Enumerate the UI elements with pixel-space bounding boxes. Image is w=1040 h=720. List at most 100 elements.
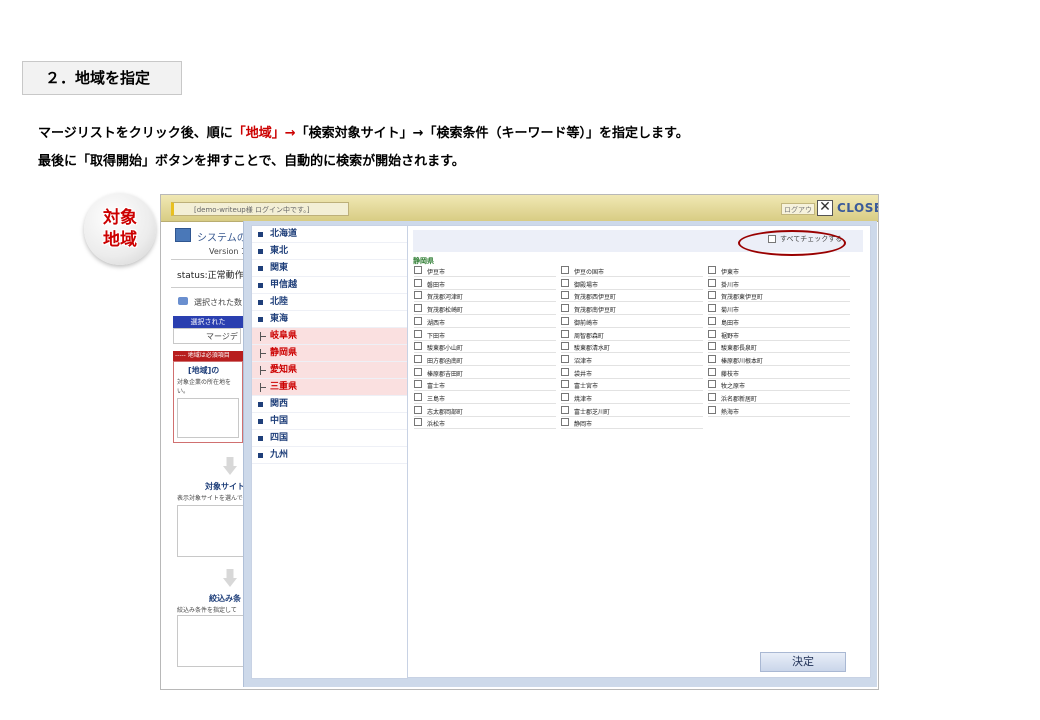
city-item[interactable]: 賀茂郡南伊豆町 (561, 303, 703, 316)
city-checkbox[interactable] (708, 393, 716, 401)
city-checkbox[interactable] (414, 304, 422, 313)
city-item[interactable]: 湖西市 (414, 316, 556, 328)
city-item[interactable]: 三島市 (414, 392, 556, 404)
city-checkbox[interactable] (561, 304, 569, 313)
city-item[interactable]: 下田市 (414, 329, 556, 341)
city-checkbox[interactable] (708, 291, 716, 300)
city-checkbox[interactable] (414, 418, 422, 427)
region-item[interactable]: 中国 (252, 413, 407, 430)
city-item[interactable]: 賀茂郡西伊豆町 (561, 290, 703, 303)
city-item[interactable]: 熱海市 (708, 405, 850, 417)
region-item[interactable]: 岐阜県 (252, 328, 407, 345)
city-checkbox[interactable] (708, 354, 716, 363)
city-item[interactable]: 御前崎市 (561, 316, 703, 328)
city-item[interactable]: 榛原郡川根本町 (708, 354, 850, 366)
city-item[interactable]: 伊豆市 (414, 265, 556, 277)
city-item[interactable]: 榛原郡吉田町 (414, 367, 556, 379)
city-checkbox[interactable] (414, 329, 422, 338)
city-item[interactable]: 藤枝市 (708, 367, 850, 379)
city-item[interactable]: 駿東郡清水町 (561, 341, 703, 354)
region-item[interactable]: 東海 (252, 311, 407, 328)
region-item[interactable]: 三重県 (252, 379, 407, 396)
city-checkbox[interactable] (708, 329, 716, 338)
city-checkbox[interactable] (561, 418, 569, 427)
city-checkbox[interactable] (708, 316, 716, 325)
target-sites-box[interactable] (177, 505, 245, 557)
city-item[interactable]: 賀茂郡河津町 (414, 290, 556, 303)
city-checkbox[interactable] (561, 291, 569, 300)
city-item[interactable]: 浜名郡新居町 (708, 392, 850, 404)
city-checkbox[interactable] (414, 393, 422, 401)
region-item[interactable]: 九州 (252, 447, 407, 464)
city-checkbox[interactable] (561, 354, 569, 363)
city-item[interactable]: 静岡市 (561, 417, 703, 430)
city-item[interactable]: 賀茂郡東伊豆町 (708, 290, 850, 303)
city-item[interactable]: 志太郡岡部町 (414, 405, 556, 417)
city-checkbox[interactable] (561, 266, 569, 274)
city-item[interactable]: 富士郡芝川町 (561, 405, 703, 417)
city-checkbox[interactable] (561, 278, 569, 287)
region-item[interactable]: 東北 (252, 243, 407, 260)
city-name: 田方郡函南町 (427, 357, 464, 365)
region-item[interactable]: 甲信越 (252, 277, 407, 294)
city-item[interactable]: 賀茂郡松崎町 (414, 303, 556, 316)
region-item[interactable]: 関東 (252, 260, 407, 277)
filter-box[interactable] (177, 615, 245, 667)
confirm-button[interactable]: 決定 (760, 652, 846, 672)
city-item[interactable]: 富士宮市 (561, 379, 703, 392)
city-item[interactable]: 菊川市 (708, 303, 850, 316)
city-item[interactable]: 袋井市 (561, 367, 703, 379)
city-checkbox[interactable] (561, 329, 569, 338)
city-item[interactable]: 焼津市 (561, 392, 703, 404)
close-button[interactable]: CLOSE (837, 201, 878, 215)
city-item[interactable]: 裾野市 (708, 329, 850, 341)
app-screenshot: [demo-writeup様 ログイン中です。] ログアウ ✕ CLOSE シス… (160, 194, 879, 690)
city-checkbox[interactable] (561, 393, 569, 401)
region-item[interactable]: 北陸 (252, 294, 407, 311)
city-item[interactable]: 駿東郡長泉町 (708, 341, 850, 354)
region-item[interactable]: 四国 (252, 430, 407, 447)
city-checkbox[interactable] (561, 342, 569, 351)
city-checkbox[interactable] (561, 367, 569, 376)
city-checkbox[interactable] (414, 354, 422, 363)
region-info-desc-1: 対象企業の所在地を (177, 379, 232, 386)
city-checkbox[interactable] (708, 367, 716, 376)
city-checkbox[interactable] (414, 316, 422, 325)
region-item[interactable]: 関西 (252, 396, 407, 413)
city-checkbox[interactable] (414, 380, 422, 389)
logout-button[interactable]: ログアウ (781, 203, 815, 215)
city-item[interactable]: 磐田市 (414, 278, 556, 290)
city-checkbox[interactable] (414, 291, 422, 300)
merge-data-field[interactable]: マージデ (173, 328, 241, 344)
city-checkbox[interactable] (708, 278, 716, 287)
city-item[interactable]: 島田市 (708, 316, 850, 328)
city-item[interactable]: 浜松市 (414, 417, 556, 430)
city-checkbox[interactable] (561, 316, 569, 325)
region-item[interactable]: 静岡県 (252, 345, 407, 362)
city-checkbox[interactable] (414, 278, 422, 287)
city-item[interactable]: 掛川市 (708, 278, 850, 290)
city-item[interactable]: 駿東郡小山町 (414, 341, 556, 354)
city-item[interactable]: 周智郡森町 (561, 329, 703, 341)
city-checkbox[interactable] (708, 304, 716, 313)
city-item[interactable]: 伊豆の国市 (561, 265, 703, 277)
close-icon[interactable]: ✕ (817, 200, 833, 216)
city-item[interactable]: 御殿場市 (561, 278, 703, 290)
city-checkbox[interactable] (414, 266, 422, 274)
city-checkbox[interactable] (708, 380, 716, 389)
city-checkbox[interactable] (708, 266, 716, 274)
city-checkbox[interactable] (414, 367, 422, 376)
city-checkbox[interactable] (708, 342, 716, 351)
city-checkbox[interactable] (414, 342, 422, 351)
city-item[interactable]: 牧之原市 (708, 379, 850, 392)
city-item[interactable]: 沼津市 (561, 354, 703, 366)
city-checkbox[interactable] (414, 405, 422, 414)
city-item[interactable]: 伊東市 (708, 265, 850, 277)
city-item[interactable]: 田方郡函南町 (414, 354, 556, 366)
region-item[interactable]: 北海道 (252, 226, 407, 243)
city-checkbox[interactable] (708, 405, 716, 414)
region-item[interactable]: 愛知県 (252, 362, 407, 379)
city-checkbox[interactable] (561, 380, 569, 389)
city-checkbox[interactable] (561, 405, 569, 414)
city-item[interactable]: 富士市 (414, 379, 556, 392)
